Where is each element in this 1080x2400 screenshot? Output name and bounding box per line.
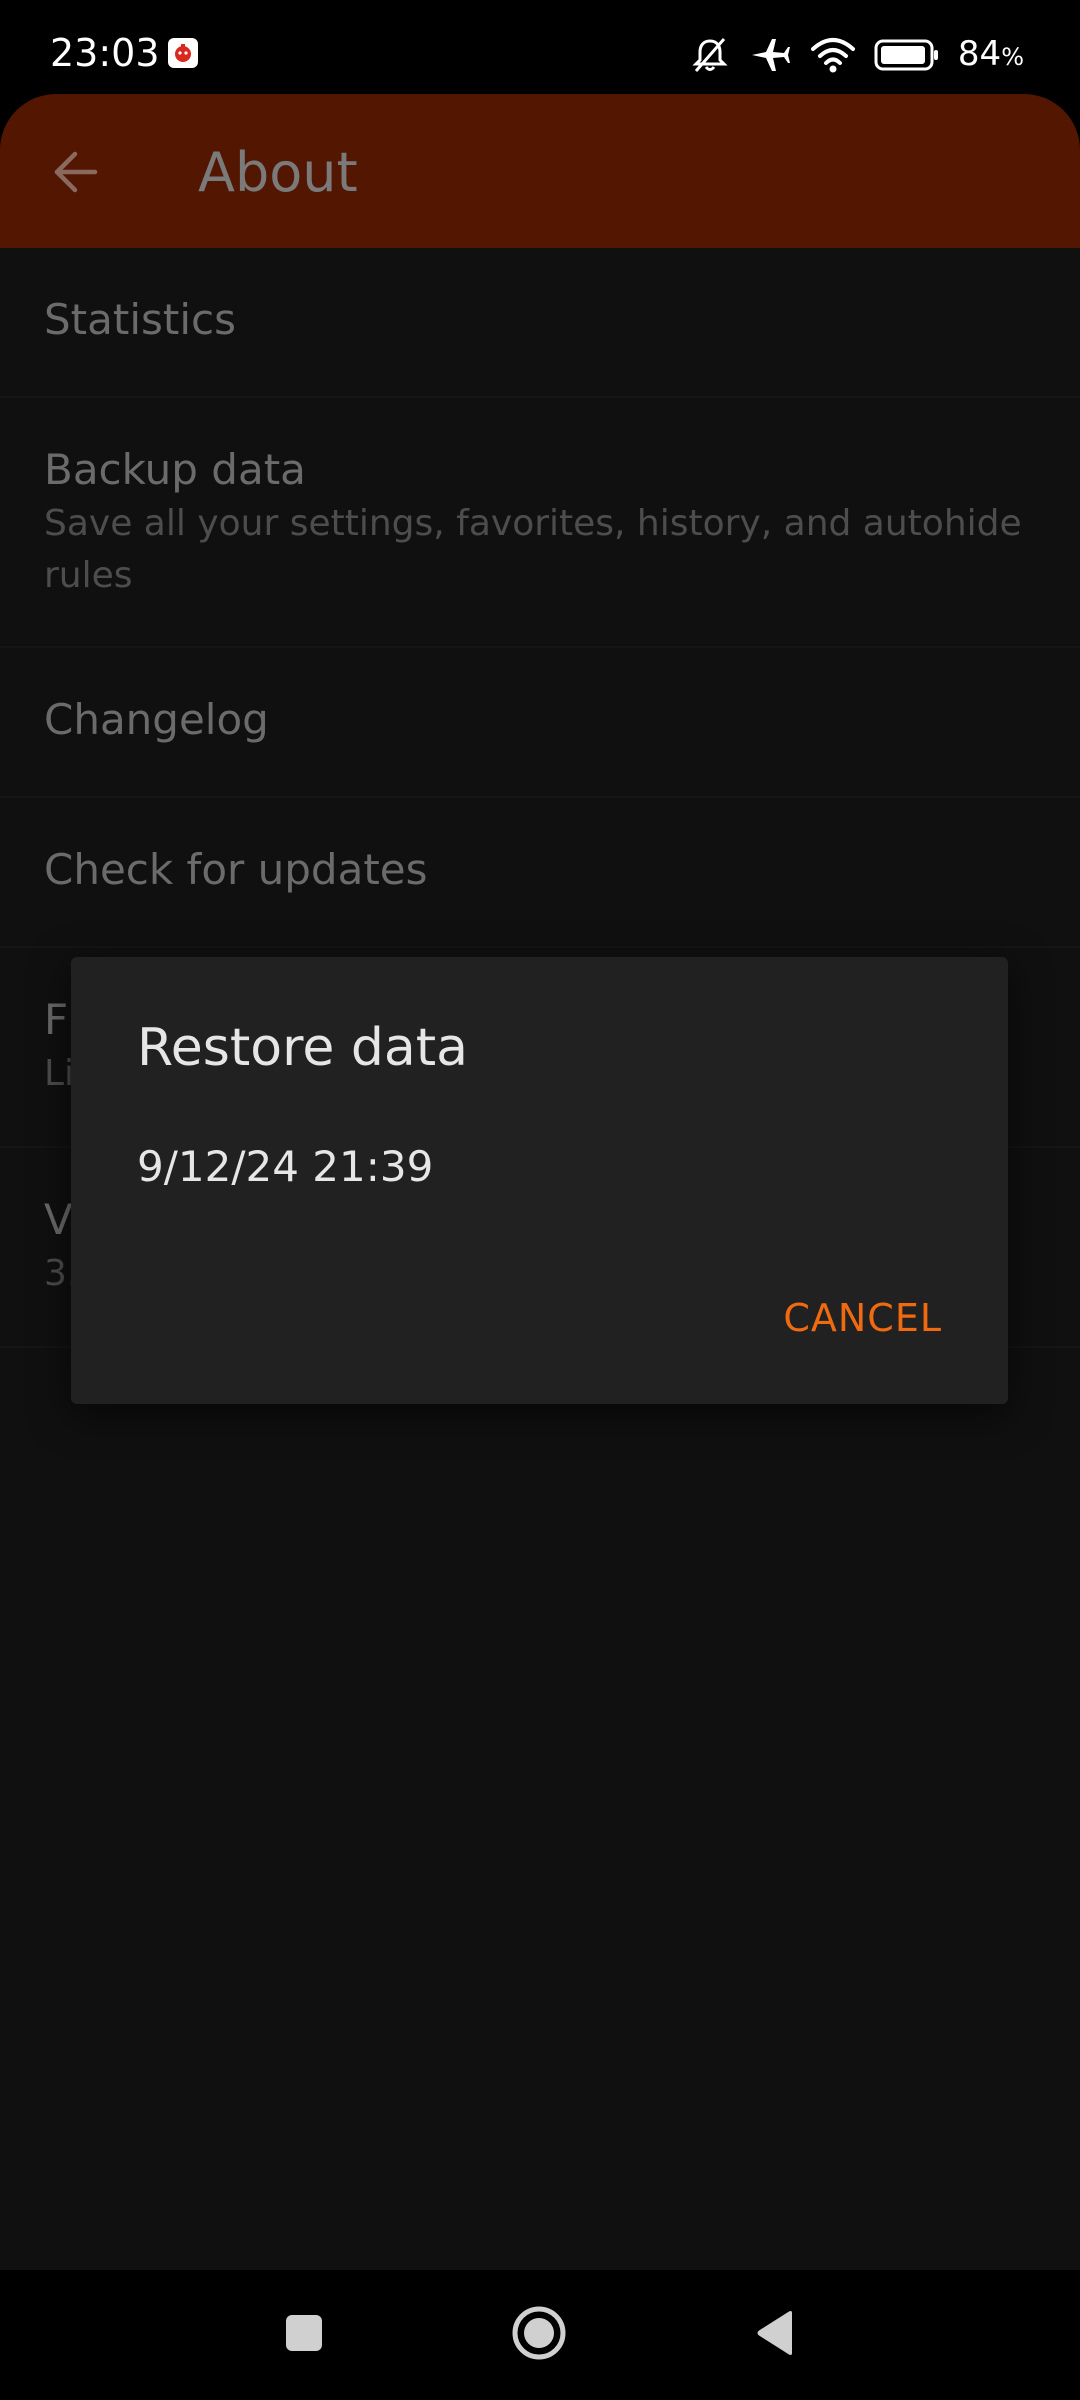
list-item-title: Statistics bbox=[44, 295, 236, 344]
page-title: About bbox=[198, 141, 358, 204]
arrow-back-icon bbox=[51, 147, 101, 201]
back-triangle-icon bbox=[754, 2310, 796, 2360]
status-bar: 23:03 84% bbox=[0, 0, 1080, 100]
home-button[interactable] bbox=[479, 2270, 599, 2400]
recents-button[interactable] bbox=[244, 2270, 364, 2400]
battery-level: 84% bbox=[957, 33, 1024, 74]
back-button[interactable] bbox=[36, 134, 116, 214]
nav-back-button[interactable] bbox=[715, 2270, 835, 2400]
app-notification-icon bbox=[168, 38, 198, 68]
restore-data-dialog: Restore data 9/12/24 21:39 CANCEL bbox=[71, 957, 1008, 1404]
dialog-title: Restore data bbox=[137, 1018, 468, 1078]
list-item-title: F bbox=[44, 995, 69, 1044]
list-item-subtitle: Save all your settings, favorites, histo… bbox=[44, 503, 1022, 596]
list-item-title: Backup data bbox=[44, 445, 306, 494]
status-time: 23:03 bbox=[50, 31, 160, 75]
list-item-backup-data[interactable]: Backup data Save all your settings, favo… bbox=[0, 398, 1080, 648]
recents-square-icon bbox=[284, 2313, 324, 2357]
list-item-title: Changelog bbox=[44, 695, 269, 744]
screen: 23:03 84% About Statistics Backup data S… bbox=[0, 0, 1080, 2400]
list-item-statistics[interactable]: Statistics bbox=[0, 248, 1080, 398]
list-item-title: V bbox=[44, 1195, 73, 1244]
battery-icon bbox=[874, 38, 940, 72]
list-item-check-for-updates[interactable]: Check for updates bbox=[0, 798, 1080, 948]
status-icons: 84% bbox=[690, 30, 1024, 80]
list-item-title: Check for updates bbox=[44, 845, 428, 894]
cancel-button[interactable]: CANCEL bbox=[779, 1293, 946, 1343]
bell-muted-icon bbox=[690, 35, 730, 75]
navigation-bar bbox=[0, 2270, 1080, 2400]
home-circle-icon bbox=[511, 2305, 567, 2365]
list-item-changelog[interactable]: Changelog bbox=[0, 648, 1080, 798]
wifi-icon bbox=[810, 35, 856, 75]
airplane-icon bbox=[748, 35, 792, 75]
backup-entry[interactable]: 9/12/24 21:39 bbox=[137, 1137, 433, 1197]
app-bar: About bbox=[0, 94, 1080, 248]
